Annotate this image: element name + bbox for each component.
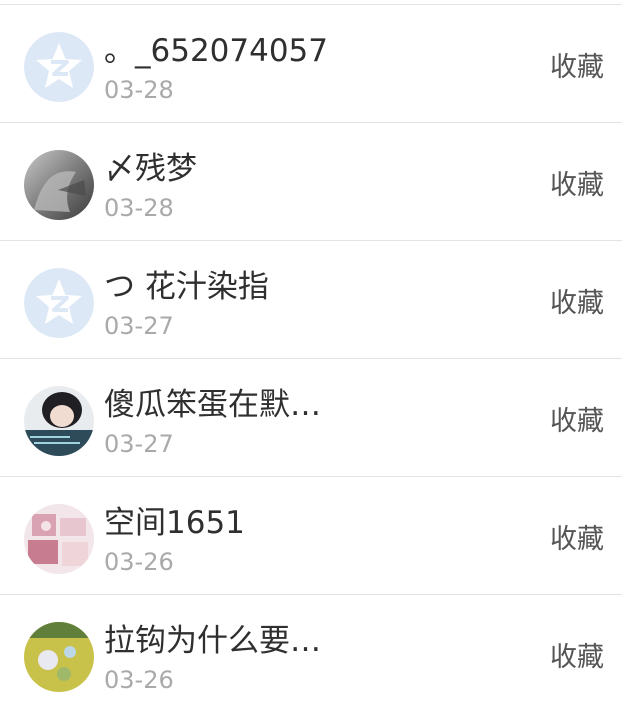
list-item[interactable]: 拉钩为什么要… 03-26 收藏 [0,595,640,713]
favorite-button[interactable]: 收藏 [550,640,604,676]
list-item[interactable]: 〆残梦 03-28 收藏 [0,123,640,241]
visit-date: 03-27 [104,430,174,458]
qq-default-avatar-icon[interactable] [24,32,94,102]
favorite-button[interactable]: 收藏 [550,404,604,440]
list-item[interactable]: 。_652074057 03-28 收藏 [0,5,640,123]
user-photo-avatar[interactable] [24,386,94,456]
visit-date: 03-26 [104,666,174,694]
user-name[interactable]: 拉钩为什么要… [104,621,321,661]
favorite-button[interactable]: 收藏 [550,168,604,204]
user-photo-avatar[interactable] [24,504,94,574]
list-item[interactable]: 空间1651 03-26 收藏 [0,477,640,595]
favorite-button[interactable]: 收藏 [550,522,604,558]
visitor-list: 。_652074057 03-28 收藏 〆残梦 03-28 收藏 つ 花汁染指… [0,0,640,706]
visit-date: 03-28 [104,194,174,222]
list-item[interactable]: つ 花汁染指 03-27 收藏 [0,241,640,359]
visit-date: 03-28 [104,76,174,104]
user-photo-avatar[interactable] [24,622,94,692]
user-name[interactable]: 。_652074057 [104,31,328,71]
user-name[interactable]: つ 花汁染指 [104,267,269,307]
list-item[interactable]: 傻瓜笨蛋在默… 03-27 收藏 [0,359,640,477]
favorite-button[interactable]: 收藏 [550,286,604,322]
favorite-button[interactable]: 收藏 [550,50,604,86]
visit-date: 03-26 [104,548,174,576]
user-name[interactable]: 〆残梦 [104,149,197,189]
user-name[interactable]: 傻瓜笨蛋在默… [104,385,321,425]
user-photo-avatar[interactable] [24,150,94,220]
qq-default-avatar-icon[interactable] [24,268,94,338]
visit-date: 03-27 [104,312,174,340]
user-name[interactable]: 空间1651 [104,503,245,543]
